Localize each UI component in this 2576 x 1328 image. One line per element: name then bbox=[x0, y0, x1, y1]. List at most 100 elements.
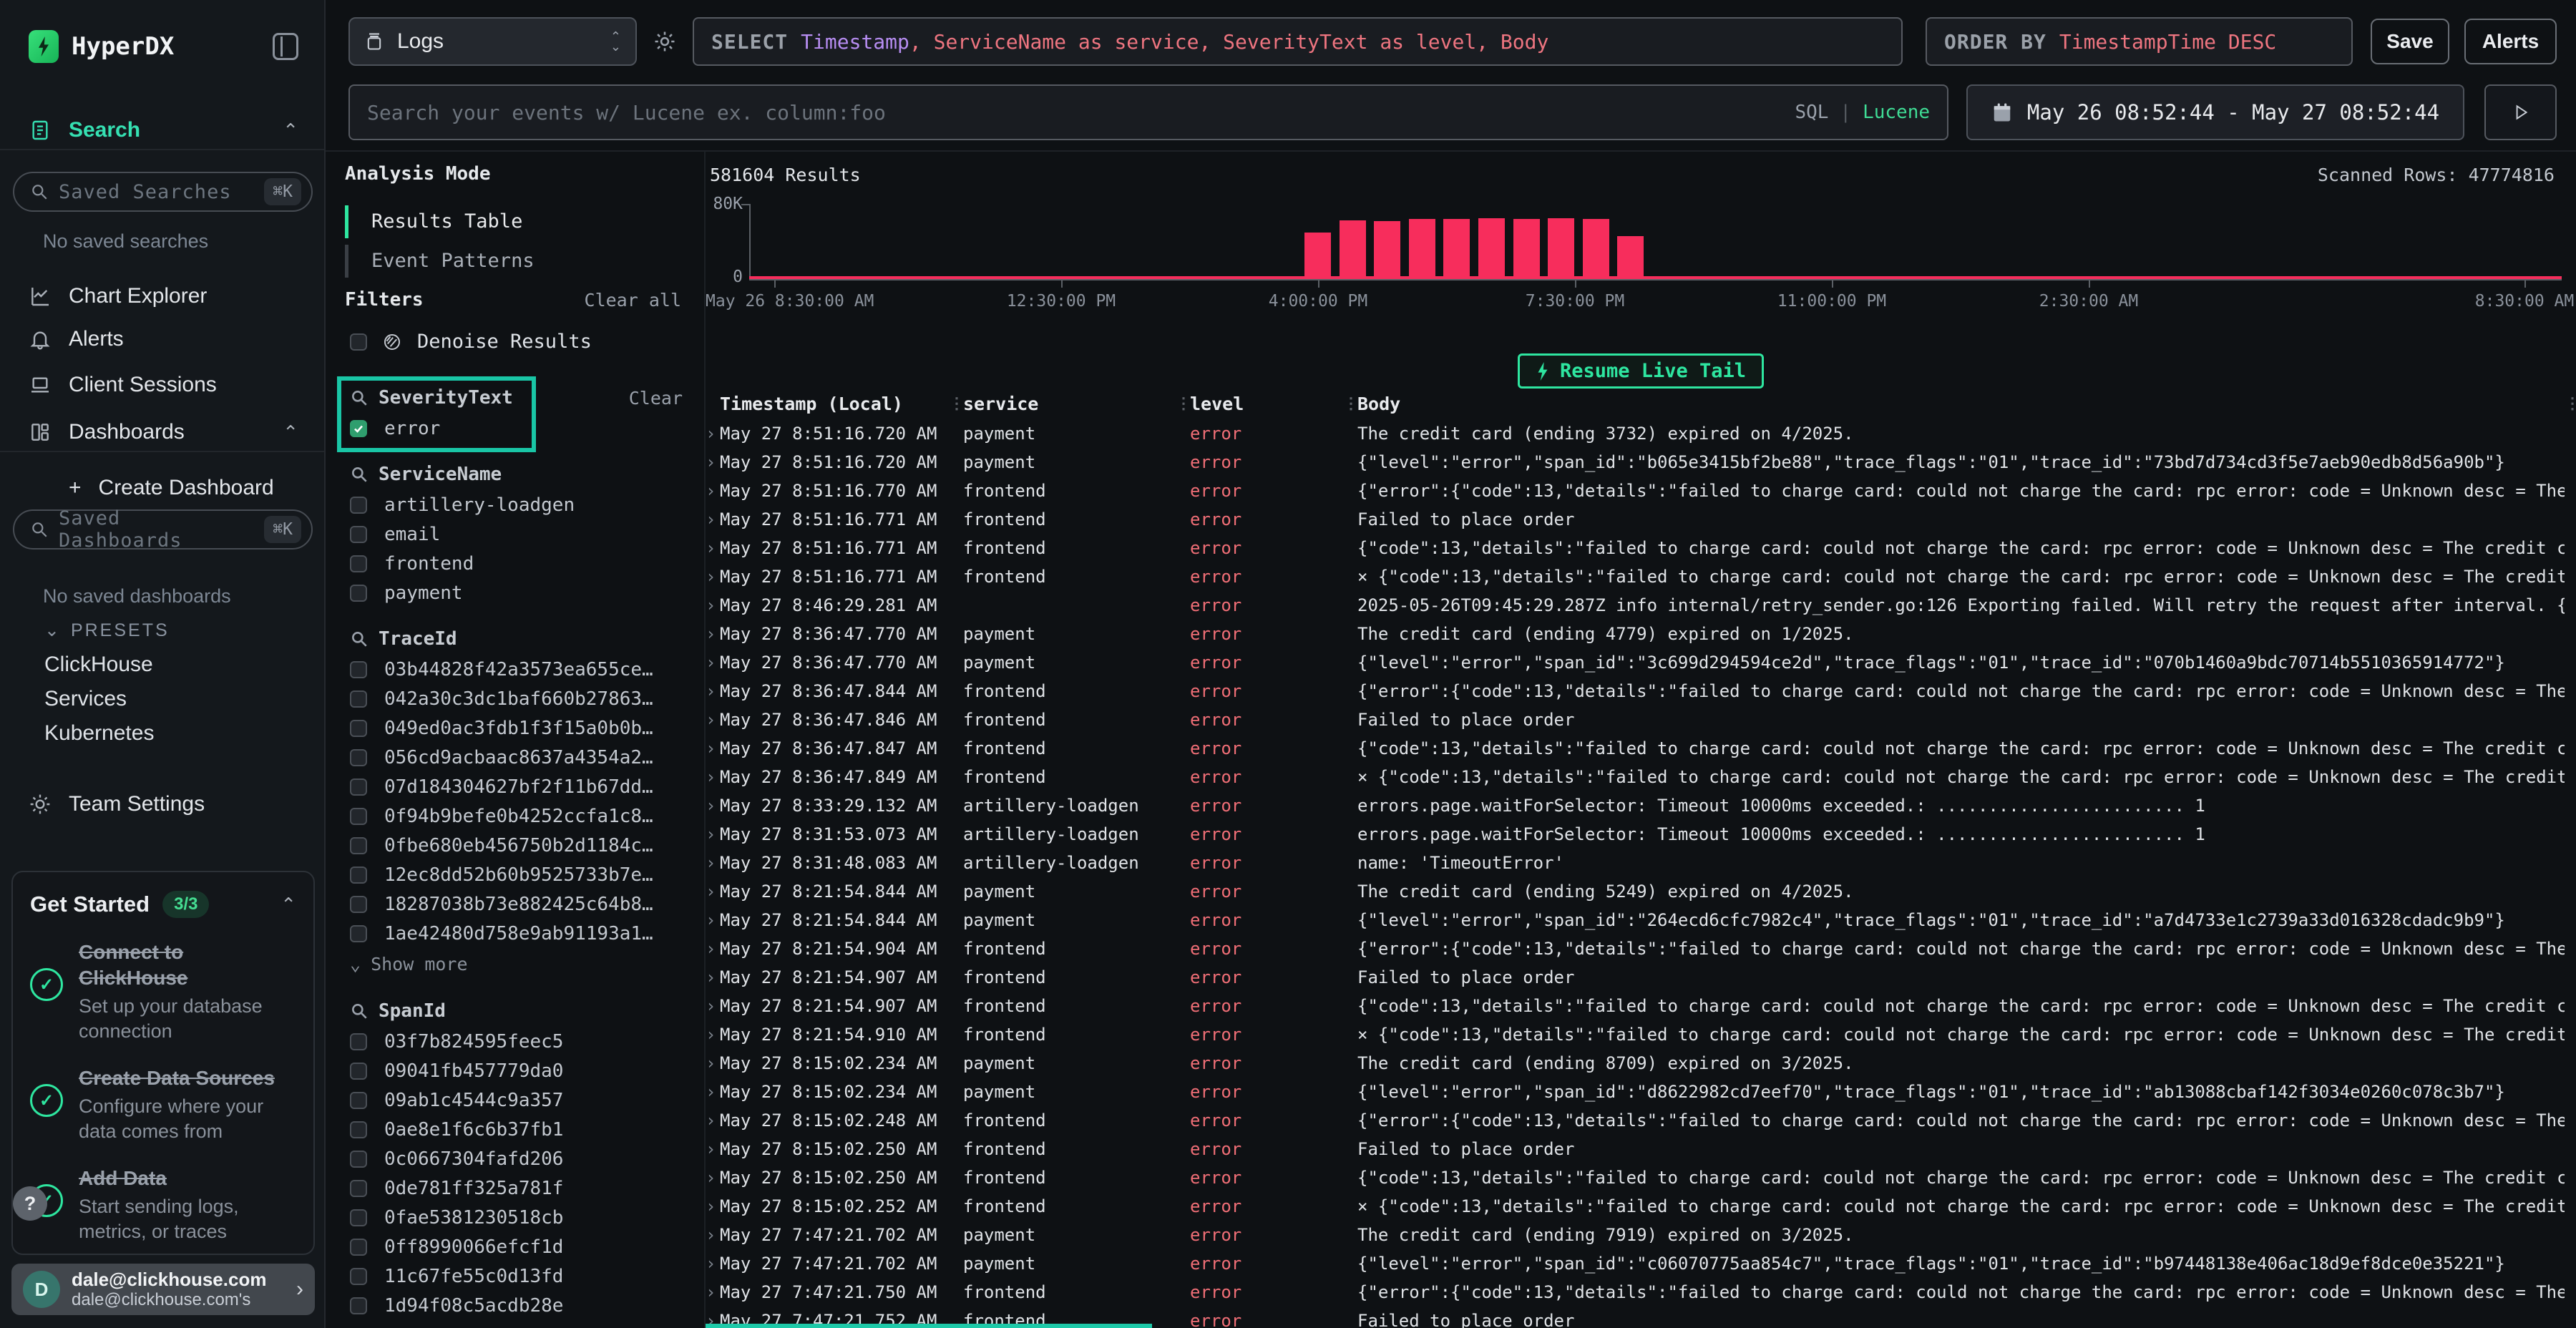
show-more-button[interactable]: ⌄Show more bbox=[350, 948, 683, 980]
table-row[interactable]: ›May 27 8:36:47.847 AMfrontenderror{"cod… bbox=[706, 734, 2576, 763]
help-button[interactable]: ? bbox=[13, 1186, 47, 1221]
table-row[interactable]: ›May 27 8:31:53.073 AMartillery-loadgene… bbox=[706, 820, 2576, 849]
source-settings-button[interactable] bbox=[653, 29, 677, 54]
filter-option[interactable]: 11c67fe55c0d13fd bbox=[350, 1261, 683, 1291]
filter-option[interactable]: 0c0667304fafd206 bbox=[350, 1144, 683, 1173]
filter-checkbox[interactable] bbox=[350, 778, 367, 796]
table-row[interactable]: ›May 27 8:21:54.844 AMpaymenterrorThe cr… bbox=[706, 877, 2576, 906]
filter-checkbox[interactable] bbox=[350, 808, 367, 825]
filter-checkbox[interactable] bbox=[350, 497, 367, 514]
order-by-input[interactable]: ORDER BY TimestampTime DESC bbox=[1926, 17, 2353, 66]
filter-option[interactable]: 07d184304627bf2f11b67dd… bbox=[350, 772, 683, 801]
table-row[interactable]: ›May 27 8:21:54.904 AMfrontenderror{"err… bbox=[706, 934, 2576, 963]
col-header-service[interactable]: service bbox=[963, 394, 1176, 414]
histogram-bar[interactable] bbox=[1374, 221, 1400, 276]
mode-results-table[interactable]: Results Table bbox=[345, 202, 683, 241]
filter-checkbox[interactable] bbox=[350, 1121, 367, 1138]
column-resize-handle[interactable]: ⋮ bbox=[2565, 395, 2576, 413]
get-started-step[interactable]: ✓ Connect to ClickHouse Set up your data… bbox=[30, 939, 296, 1044]
histogram-bar[interactable] bbox=[1409, 219, 1435, 276]
filter-option[interactable]: 049ed0ac3fdb1f3f15a0b0b… bbox=[350, 713, 683, 743]
resume-live-tail-button[interactable]: Resume Live Tail bbox=[1518, 353, 1764, 389]
source-select[interactable]: Logs ⌃⌄ bbox=[348, 17, 637, 66]
table-row[interactable]: ›May 27 8:51:16.720 AMpaymenterror{"leve… bbox=[706, 448, 2576, 477]
row-expand-icon[interactable]: › bbox=[706, 796, 720, 816]
lang-lucene-toggle[interactable]: Lucene bbox=[1863, 102, 1930, 123]
row-expand-icon[interactable]: › bbox=[706, 1110, 720, 1131]
mode-event-patterns[interactable]: Event Patterns bbox=[345, 241, 683, 280]
preset-services[interactable]: Services bbox=[44, 687, 127, 711]
table-row[interactable]: ›May 27 8:15:02.250 AMfrontenderror{"cod… bbox=[706, 1163, 2576, 1192]
presets-toggle[interactable]: ⌄ PRESETS bbox=[44, 620, 170, 641]
histogram-bar[interactable] bbox=[1513, 219, 1540, 276]
events-histogram[interactable]: 80K 0 May 26 8:30:00 AM12:30:00 PM4:00:0… bbox=[706, 200, 2576, 322]
table-row[interactable]: ›May 27 8:21:54.907 AMfrontenderror{"cod… bbox=[706, 992, 2576, 1020]
table-row[interactable]: ›May 27 8:15:02.252 AMfrontenderror× {"c… bbox=[706, 1192, 2576, 1221]
table-row[interactable]: ›May 27 7:47:21.750 AMfrontenderror{"err… bbox=[706, 1278, 2576, 1307]
table-row[interactable]: ›May 27 8:36:47.849 AMfrontenderror× {"c… bbox=[706, 763, 2576, 791]
preset-clickhouse[interactable]: ClickHouse bbox=[44, 653, 153, 677]
table-row[interactable]: ›May 27 8:15:02.250 AMfrontenderrorFaile… bbox=[706, 1135, 2576, 1163]
row-expand-icon[interactable]: › bbox=[706, 595, 720, 615]
filter-checkbox[interactable] bbox=[350, 1268, 367, 1285]
row-expand-icon[interactable]: › bbox=[706, 967, 720, 987]
filter-option[interactable]: 0de781ff325a781f bbox=[350, 1173, 683, 1203]
row-expand-icon[interactable]: › bbox=[706, 624, 720, 644]
row-expand-icon[interactable]: › bbox=[706, 738, 720, 758]
col-header-level[interactable]: level bbox=[1190, 394, 1343, 414]
run-search-button[interactable] bbox=[2484, 84, 2557, 140]
filter-checkbox[interactable] bbox=[350, 1063, 367, 1080]
row-expand-icon[interactable]: › bbox=[706, 853, 720, 873]
row-expand-icon[interactable]: › bbox=[706, 481, 720, 501]
histogram-bar[interactable] bbox=[1340, 220, 1366, 276]
row-expand-icon[interactable]: › bbox=[706, 1254, 720, 1274]
sidebar-item-alerts[interactable]: Alerts bbox=[29, 323, 298, 355]
get-started-step[interactable]: ✓ Create Data Sources Configure where yo… bbox=[30, 1065, 296, 1144]
filter-checkbox[interactable] bbox=[350, 1209, 367, 1226]
sidebar-item-chart-explorer[interactable]: Chart Explorer bbox=[29, 280, 298, 312]
event-search-input[interactable]: Search your events w/ Lucene ex. column:… bbox=[348, 84, 1948, 140]
filter-checkbox[interactable] bbox=[350, 1297, 367, 1314]
table-row[interactable]: ›May 27 8:36:47.844 AMfrontenderror{"err… bbox=[706, 677, 2576, 706]
filter-checkbox[interactable] bbox=[350, 420, 367, 437]
sidebar-item-client-sessions[interactable]: Client Sessions bbox=[29, 369, 298, 401]
filter-option[interactable]: 0fbe680eb456750b2d1184c… bbox=[350, 831, 683, 860]
row-expand-icon[interactable]: › bbox=[706, 1196, 720, 1216]
filter-option[interactable]: 0ae8e1f6c6b37fb1 bbox=[350, 1115, 683, 1144]
table-row[interactable]: ›May 27 8:36:47.846 AMfrontenderrorFaile… bbox=[706, 706, 2576, 734]
denoise-checkbox[interactable] bbox=[350, 333, 367, 351]
table-row[interactable]: ›May 27 7:47:21.702 AMpaymenterrorThe cr… bbox=[706, 1221, 2576, 1249]
histogram-bar[interactable] bbox=[1304, 233, 1331, 276]
filter-checkbox[interactable] bbox=[350, 720, 367, 737]
row-expand-icon[interactable]: › bbox=[706, 1053, 720, 1073]
row-expand-icon[interactable]: › bbox=[706, 1139, 720, 1159]
histogram-bar[interactable] bbox=[1478, 218, 1505, 276]
filter-option[interactable]: 0fae5381230518cb bbox=[350, 1203, 683, 1232]
user-menu[interactable]: D dale@clickhouse.com dale@clickhouse.co… bbox=[11, 1264, 315, 1315]
table-row[interactable]: ›May 27 8:21:54.910 AMfrontenderror× {"c… bbox=[706, 1020, 2576, 1049]
get-started-step[interactable]: ✓ Add Data Start sending logs, metrics, … bbox=[30, 1166, 296, 1244]
row-expand-icon[interactable]: › bbox=[706, 910, 720, 930]
filter-checkbox[interactable] bbox=[350, 749, 367, 766]
filter-option[interactable]: frontend bbox=[350, 549, 683, 578]
row-expand-icon[interactable]: › bbox=[706, 1025, 720, 1045]
sidebar-item-search[interactable]: Search ⌃ bbox=[29, 114, 298, 146]
row-expand-icon[interactable]: › bbox=[706, 824, 720, 844]
filter-checkbox[interactable] bbox=[350, 866, 367, 884]
filter-checkbox[interactable] bbox=[350, 925, 367, 942]
filter-checkbox[interactable] bbox=[350, 896, 367, 913]
row-expand-icon[interactable]: › bbox=[706, 1282, 720, 1302]
filter-option[interactable]: 0ff8990066efcf1d bbox=[350, 1232, 683, 1261]
filter-option[interactable]: 12ec8dd52b60b9525733b7e… bbox=[350, 860, 683, 889]
table-row[interactable]: ›May 27 8:51:16.771 AMfrontenderror{"cod… bbox=[706, 534, 2576, 562]
table-row[interactable]: ›May 27 7:47:21.702 AMpaymenterror{"leve… bbox=[706, 1249, 2576, 1278]
brand-logo[interactable]: HyperDX bbox=[29, 30, 174, 63]
filter-option[interactable]: 09ab1c4544c9a357 bbox=[350, 1085, 683, 1115]
col-header-body[interactable]: Body bbox=[1357, 394, 2565, 414]
histogram-bar[interactable] bbox=[1617, 236, 1644, 276]
filter-checkbox[interactable] bbox=[350, 585, 367, 602]
filter-option[interactable]: error bbox=[350, 414, 683, 443]
filter-checkbox[interactable] bbox=[350, 661, 367, 678]
row-expand-icon[interactable]: › bbox=[706, 996, 720, 1016]
table-row[interactable]: ›May 27 8:33:29.132 AMartillery-loadgene… bbox=[706, 791, 2576, 820]
